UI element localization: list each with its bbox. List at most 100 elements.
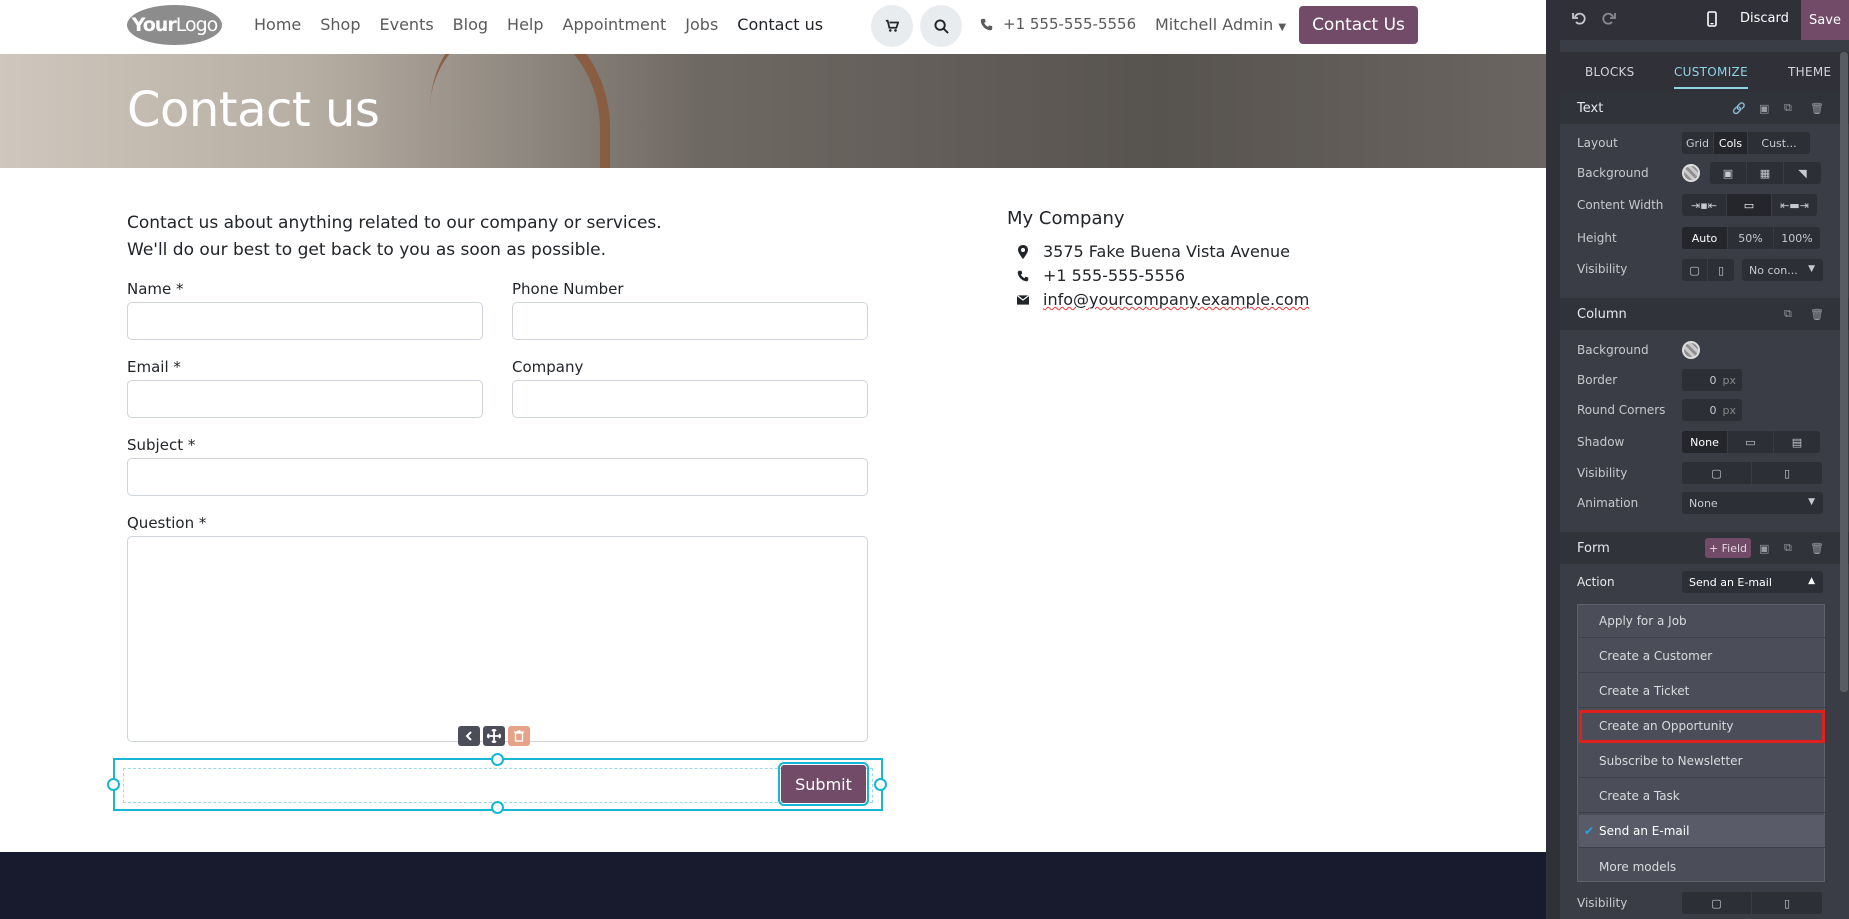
map-marker-icon — [1017, 244, 1029, 259]
option-label: Create a Ticket — [1599, 684, 1690, 698]
option-more-models[interactable]: More models — [1579, 850, 1825, 883]
visibility-conditions-select[interactable]: No con... ▼ — [1742, 259, 1823, 281]
resize-handle-left[interactable] — [107, 778, 120, 791]
nav-blog[interactable]: Blog — [453, 15, 488, 34]
shadow-inset-icon[interactable]: ▤ — [1774, 431, 1820, 453]
email-input[interactable] — [127, 380, 483, 418]
action-label: Action — [1577, 575, 1615, 589]
option-label: Send an E-mail — [1599, 824, 1690, 838]
option-create-task[interactable]: Create a Task — [1579, 780, 1825, 813]
drag-move-icon[interactable] — [483, 726, 505, 746]
hide-mobile-icon[interactable]: ▯ — [1752, 892, 1822, 914]
nav-help[interactable]: Help — [507, 15, 543, 34]
duplicate-icon[interactable]: ⧉ — [1784, 307, 1792, 321]
contact-us-button[interactable]: Contact Us — [1299, 6, 1418, 44]
save-button[interactable]: Save — [1801, 0, 1849, 40]
user-menu[interactable]: Mitchell Admin ▼ — [1155, 15, 1286, 34]
option-create-customer[interactable]: Create a Customer — [1579, 640, 1825, 673]
submit-button[interactable]: Submit — [778, 762, 869, 806]
action-select[interactable]: Send an E-mail ▲ — [1682, 571, 1823, 593]
shape-icon[interactable]: ◥ — [1784, 162, 1821, 184]
duplicate-icon[interactable]: ⧉ — [1784, 541, 1792, 555]
panel-separator — [1546, 0, 1560, 919]
mobile-preview-icon[interactable] — [1707, 11, 1717, 27]
camera-icon[interactable]: ▣ — [1710, 162, 1747, 184]
layout-custom-option[interactable]: Cust... — [1748, 132, 1810, 154]
tab-theme[interactable]: THEME — [1788, 65, 1831, 79]
phone-input[interactable] — [512, 302, 868, 340]
user-name: Mitchell Admin — [1155, 15, 1274, 34]
nav-home[interactable]: Home — [254, 15, 301, 34]
subject-input[interactable] — [127, 458, 868, 496]
resize-handle-top[interactable] — [491, 753, 504, 766]
undo-icon[interactable] — [1572, 11, 1586, 25]
layout-cols-option[interactable]: Cols — [1714, 132, 1748, 154]
option-subscribe-newsletter[interactable]: Subscribe to Newsletter — [1579, 745, 1825, 778]
height-auto-option[interactable]: Auto — [1682, 227, 1728, 249]
site-logo[interactable]: Your Logo — [127, 5, 222, 45]
search-button[interactable] — [920, 5, 962, 47]
shadow-outset-icon[interactable]: ▭ — [1728, 431, 1774, 453]
name-input[interactable] — [127, 302, 483, 340]
phone-label: Phone Number — [512, 280, 624, 298]
layout-label: Layout — [1577, 136, 1618, 150]
width-narrow-icon[interactable]: ⇥▪⇤ — [1682, 194, 1727, 216]
option-send-email[interactable]: ✔ Send an E-mail — [1579, 815, 1825, 848]
layout-options: Grid Cols Cust... — [1682, 132, 1810, 154]
shadow-none-option[interactable]: None — [1682, 431, 1728, 453]
border-input[interactable]: 0 px — [1682, 369, 1742, 391]
action-value: Send an E-mail — [1689, 575, 1772, 589]
company-input[interactable] — [512, 380, 868, 418]
background-color-swatch[interactable] — [1682, 164, 1700, 182]
redo-icon[interactable] — [1602, 11, 1616, 25]
delete-icon[interactable]: 🗑 — [1810, 542, 1824, 555]
nav-contact-us[interactable]: Contact us — [737, 15, 823, 34]
height-100-option[interactable]: 100% — [1774, 227, 1820, 249]
hide-mobile-icon[interactable]: ▯ — [1752, 462, 1822, 484]
discard-button[interactable]: Discard — [1740, 11, 1789, 26]
option-label: Apply for a Job — [1599, 614, 1687, 628]
option-label: Create an Opportunity — [1599, 719, 1734, 733]
link-icon[interactable]: 🔗 — [1732, 102, 1746, 115]
option-create-opportunity[interactable]: Create an Opportunity — [1579, 710, 1825, 743]
save-snippet-icon[interactable]: ▣ — [1759, 542, 1769, 555]
resize-handle-right[interactable] — [874, 778, 887, 791]
top-navbar: Your Logo Home Shop Events Blog Help Appo… — [0, 0, 1546, 54]
option-apply-for-job[interactable]: Apply for a Job — [1579, 605, 1825, 638]
company-email-text[interactable]: info@yourcompany.example.com — [1043, 290, 1309, 309]
form-visibility-options: ▢ ▯ — [1682, 892, 1822, 914]
tab-customize[interactable]: CUSTOMIZE — [1674, 65, 1748, 89]
width-regular-icon[interactable]: ▭ — [1727, 194, 1772, 216]
panel-scrollbar[interactable] — [1840, 52, 1848, 692]
option-create-ticket[interactable]: Create a Ticket — [1579, 675, 1825, 708]
question-textarea[interactable] — [127, 536, 868, 742]
delete-icon[interactable]: 🗑 — [1810, 308, 1824, 321]
hide-mobile-icon[interactable]: ▯ — [1708, 259, 1734, 281]
nav-jobs[interactable]: Jobs — [685, 15, 718, 34]
column-background-swatch[interactable] — [1682, 341, 1700, 359]
cart-button[interactable] — [871, 5, 913, 47]
delete-icon[interactable]: 🗑 — [1810, 102, 1824, 115]
add-field-button[interactable]: + Field — [1705, 538, 1751, 558]
layout-grid-option[interactable]: Grid — [1682, 132, 1714, 154]
nav-shop[interactable]: Shop — [320, 15, 360, 34]
round-corners-input[interactable]: 0 px — [1682, 399, 1742, 421]
tab-blocks[interactable]: BLOCKS — [1585, 65, 1635, 79]
animation-select[interactable]: None ▼ — [1682, 492, 1823, 514]
footer — [0, 852, 1546, 919]
width-full-icon[interactable]: ⇤▬⇥ — [1772, 194, 1817, 216]
move-left-icon[interactable] — [458, 726, 480, 746]
nav-events[interactable]: Events — [380, 15, 434, 34]
save-snippet-icon[interactable]: ▣ — [1759, 102, 1769, 115]
resize-handle-bottom[interactable] — [491, 801, 504, 814]
hide-desktop-icon[interactable]: ▢ — [1682, 892, 1752, 914]
name-label: Name * — [127, 280, 184, 298]
trash-icon[interactable] — [508, 726, 530, 746]
nav-appointment[interactable]: Appointment — [563, 15, 667, 34]
height-50-option[interactable]: 50% — [1728, 227, 1774, 249]
header-phone[interactable]: +1 555-555-5556 — [980, 15, 1136, 33]
hide-desktop-icon[interactable]: ▢ — [1682, 462, 1752, 484]
hide-desktop-icon[interactable]: ▢ — [1682, 259, 1708, 281]
duplicate-icon[interactable]: ⧉ — [1784, 101, 1792, 115]
video-icon[interactable]: ▦ — [1747, 162, 1784, 184]
